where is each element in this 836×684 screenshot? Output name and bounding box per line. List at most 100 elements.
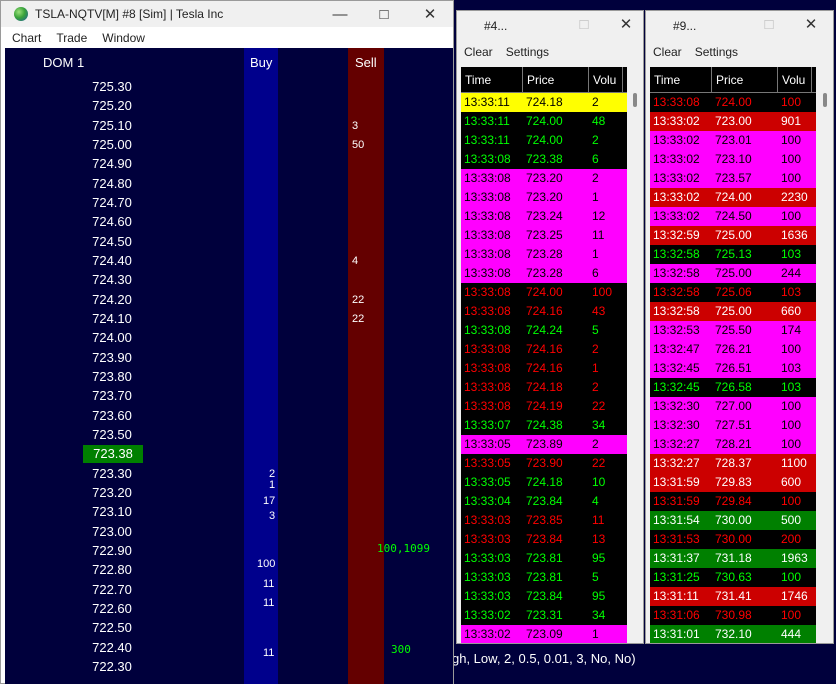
- ts-row[interactable]: 13:33:05 723.90 22: [461, 454, 627, 473]
- ts2-titlebar[interactable]: #9... □ ✕: [646, 11, 833, 41]
- ts-row[interactable]: 13:33:02 724.50 100: [650, 207, 816, 226]
- price-cell[interactable]: 722.30: [71, 658, 153, 676]
- ts1-col-volume[interactable]: Volu: [589, 67, 623, 92]
- price-cell[interactable]: 722.80: [71, 561, 153, 579]
- ts-row[interactable]: 13:33:08 724.00 100: [461, 283, 627, 302]
- price-cell[interactable]: 725.10: [71, 117, 153, 135]
- ts-row[interactable]: 13:32:59 725.00 1636: [650, 226, 816, 245]
- ts-row[interactable]: 13:33:05 724.18 10: [461, 473, 627, 492]
- price-cell[interactable]: 723.30: [71, 465, 153, 483]
- dom-ladder[interactable]: DOM 1 Buy Sell 725.30 725.20 725.10 725.00 7…: [5, 48, 453, 684]
- ts-row[interactable]: 13:33:08 724.16 1: [461, 359, 627, 378]
- ts-row[interactable]: 13:33:03 723.81 95: [461, 549, 627, 568]
- ts-row[interactable]: 13:33:03 723.85 11: [461, 511, 627, 530]
- price-cell[interactable]: 724.60: [71, 213, 153, 231]
- ts-row[interactable]: 13:32:45 726.51 103: [650, 359, 816, 378]
- maximize-button[interactable]: □: [361, 1, 407, 27]
- ts1-close-button[interactable]: ✕: [603, 11, 649, 37]
- ts2-close-button[interactable]: ✕: [788, 11, 834, 37]
- ts-row[interactable]: 13:33:08 723.20 2: [461, 169, 627, 188]
- price-cell[interactable]: 724.10: [71, 310, 153, 328]
- price-cell[interactable]: 722.60: [71, 600, 153, 618]
- ts-row[interactable]: 13:32:47 726.21 100: [650, 340, 816, 359]
- ts-row[interactable]: 13:31:06 730.98 100: [650, 606, 816, 625]
- ts-row[interactable]: 13:33:02 723.00 901: [650, 112, 816, 131]
- ts2-maximize-button[interactable]: □: [746, 11, 792, 37]
- ts-row[interactable]: 13:33:08 724.16 43: [461, 302, 627, 321]
- price-cell[interactable]: 725.00: [71, 136, 153, 154]
- ts-row[interactable]: 13:33:08 723.25 11: [461, 226, 627, 245]
- close-button[interactable]: ✕: [407, 1, 453, 27]
- ts-row[interactable]: 13:32:30 727.51 100: [650, 416, 816, 435]
- price-cell[interactable]: 724.00: [71, 329, 153, 347]
- price-cell[interactable]: 722.70: [71, 581, 153, 599]
- price-cell[interactable]: 722.50: [71, 619, 153, 637]
- ts-row[interactable]: 13:31:11 731.41 1746: [650, 587, 816, 606]
- price-cell[interactable]: 724.90: [71, 155, 153, 173]
- price-cell[interactable]: 723.90: [71, 349, 153, 367]
- price-cell[interactable]: 725.30: [71, 78, 153, 96]
- ts-row[interactable]: 13:33:11 724.00 2: [461, 131, 627, 150]
- ts1-settings-menu[interactable]: Settings: [506, 45, 549, 59]
- ts1-scroll-thumb[interactable]: [633, 93, 637, 107]
- menu-chart[interactable]: Chart: [12, 31, 41, 45]
- ts2-col-volume[interactable]: Volu: [778, 67, 812, 92]
- ts-row[interactable]: 13:33:03 723.81 5: [461, 568, 627, 587]
- ts-row[interactable]: 13:33:02 723.31 34: [461, 606, 627, 625]
- price-cell[interactable]: 724.80: [71, 175, 153, 193]
- ts-row[interactable]: 13:31:25 730.63 100: [650, 568, 816, 587]
- ts-row[interactable]: 13:32:45 726.58 103: [650, 378, 816, 397]
- ts2-scroll-thumb[interactable]: [823, 93, 827, 107]
- ts-row[interactable]: 13:33:08 723.20 1: [461, 188, 627, 207]
- ts-row[interactable]: 13:33:02 723.09 1: [461, 625, 627, 643]
- price-cell[interactable]: 723.80: [71, 368, 153, 386]
- ts-row[interactable]: 13:32:58 725.13 103: [650, 245, 816, 264]
- ts1-col-time[interactable]: Time: [461, 67, 523, 92]
- ts-row[interactable]: 13:33:11 724.00 48: [461, 112, 627, 131]
- ts-row[interactable]: 13:32:58 725.00 244: [650, 264, 816, 283]
- ts-row[interactable]: 13:33:03 723.84 13: [461, 530, 627, 549]
- ts-row[interactable]: 13:33:02 724.00 2230: [650, 188, 816, 207]
- dom-titlebar[interactable]: TSLA-NQTV[M] #8 [Sim] | Tesla Inc — □ ✕: [1, 1, 453, 27]
- ts-row[interactable]: 13:33:02 723.57 100: [650, 169, 816, 188]
- ts2-col-time[interactable]: Time: [650, 67, 712, 92]
- ts-row[interactable]: 13:33:08 724.00 100: [650, 93, 816, 112]
- ts-row[interactable]: 13:31:59 729.84 100: [650, 492, 816, 511]
- price-cell[interactable]: 724.50: [71, 233, 153, 251]
- ts2-settings-menu[interactable]: Settings: [695, 45, 738, 59]
- ts-row[interactable]: 13:33:03 723.84 95: [461, 587, 627, 606]
- ts1-col-price[interactable]: Price: [523, 67, 589, 92]
- ts-row[interactable]: 13:33:02 723.10 100: [650, 150, 816, 169]
- ts2-clear-menu[interactable]: Clear: [653, 45, 682, 59]
- price-cell[interactable]: 722.40: [71, 639, 153, 657]
- ts-row[interactable]: 13:33:08 724.24 5: [461, 321, 627, 340]
- ts-row[interactable]: 13:32:53 725.50 174: [650, 321, 816, 340]
- ts-row[interactable]: 13:33:08 723.28 6: [461, 264, 627, 283]
- ts-row[interactable]: 13:32:58 725.00 660: [650, 302, 816, 321]
- ts-row[interactable]: 13:31:01 732.10 444: [650, 625, 816, 643]
- ts-row[interactable]: 13:32:30 727.00 100: [650, 397, 816, 416]
- ts-row[interactable]: 13:33:08 724.18 2: [461, 378, 627, 397]
- price-cell[interactable]: 724.70: [71, 194, 153, 212]
- ts-row[interactable]: 13:32:58 725.06 103: [650, 283, 816, 302]
- ts-row[interactable]: 13:33:08 724.16 2: [461, 340, 627, 359]
- minimize-button[interactable]: —: [317, 1, 363, 27]
- ts-row[interactable]: 13:31:59 729.83 600: [650, 473, 816, 492]
- ts-row[interactable]: 13:33:05 723.89 2: [461, 435, 627, 454]
- ts-row[interactable]: 13:33:07 724.38 34: [461, 416, 627, 435]
- ts-row[interactable]: 13:33:04 723.84 4: [461, 492, 627, 511]
- price-cell[interactable]: 723.70: [71, 387, 153, 405]
- ts-row[interactable]: 13:33:08 724.19 22: [461, 397, 627, 416]
- price-cell[interactable]: 722.90: [71, 542, 153, 560]
- price-cell[interactable]: 724.20: [71, 291, 153, 309]
- ts-row[interactable]: 13:33:08 723.24 12: [461, 207, 627, 226]
- ts-row[interactable]: 13:32:27 728.37 1100: [650, 454, 816, 473]
- price-cell[interactable]: 723.50: [71, 426, 153, 444]
- ts1-clear-menu[interactable]: Clear: [464, 45, 493, 59]
- ts-row[interactable]: 13:31:53 730.00 200: [650, 530, 816, 549]
- ts1-scrollbar[interactable]: [629, 67, 642, 643]
- price-cell[interactable]: 723.20: [71, 484, 153, 502]
- price-cell[interactable]: 723.10: [71, 503, 153, 521]
- ts-row[interactable]: 13:33:11 724.18 2: [461, 93, 627, 112]
- ts-row[interactable]: 13:33:02 723.01 100: [650, 131, 816, 150]
